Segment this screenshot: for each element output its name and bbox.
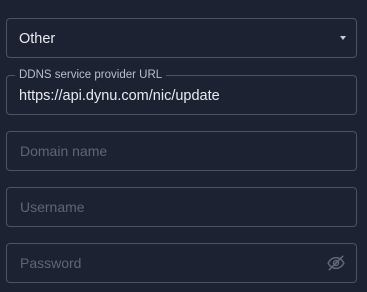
password-field[interactable] <box>6 243 357 283</box>
chevron-down-icon <box>340 36 346 40</box>
provider-url-label: DDNS service provider URL <box>15 68 167 82</box>
password-input[interactable] <box>7 244 356 282</box>
username-field[interactable] <box>6 187 357 227</box>
provider-select[interactable]: Other <box>6 18 357 58</box>
provider-url-field[interactable]: DDNS service provider URL https://api.dy… <box>6 68 357 115</box>
provider-select-value: Other <box>19 31 56 47</box>
username-input[interactable] <box>7 188 356 226</box>
eye-off-icon[interactable] <box>326 253 346 273</box>
domain-name-input[interactable] <box>7 132 356 170</box>
provider-url-value[interactable]: https://api.dynu.com/nic/update <box>19 87 220 105</box>
domain-name-field[interactable] <box>6 131 357 171</box>
